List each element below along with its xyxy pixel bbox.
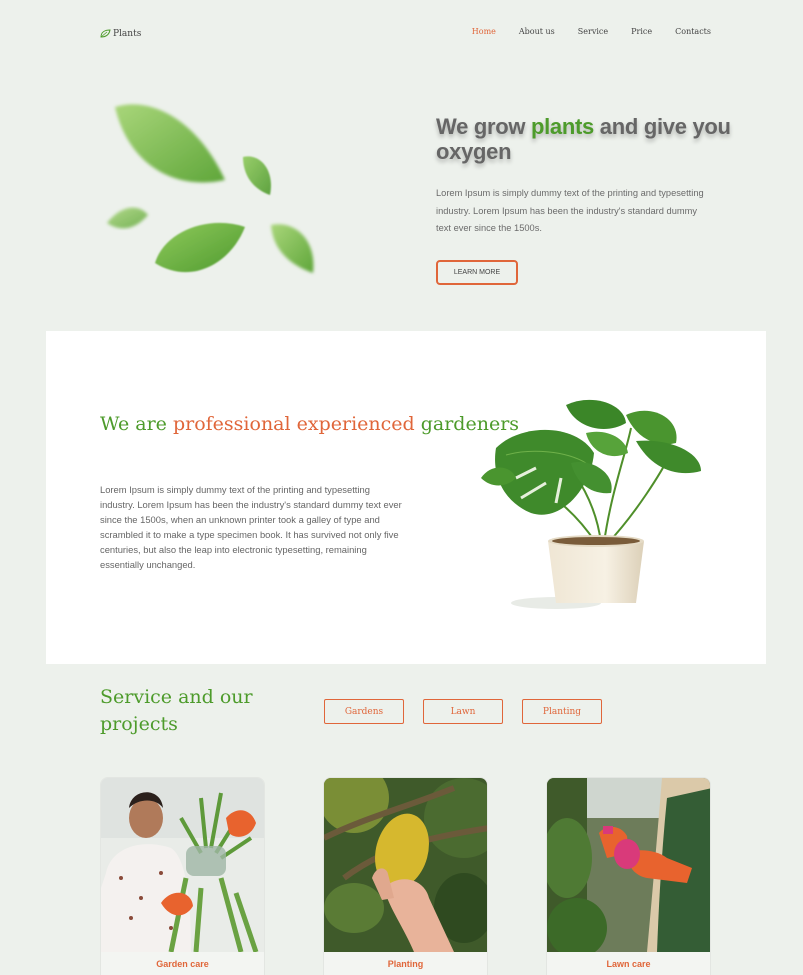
hero-title: We grow plants and give you oxygen	[436, 114, 736, 164]
service-card-planting[interactable]: Planting	[323, 777, 488, 975]
top-navigation: Plants Home About us Service Price Conta…	[0, 0, 803, 64]
learn-more-button[interactable]: LEARN MORE	[436, 260, 518, 285]
leaf-logo-icon	[100, 25, 111, 43]
main-menu: Home About us Service Price Contacts	[449, 27, 711, 36]
hero-title-part1: We grow	[436, 114, 531, 139]
card-label: Lawn care	[606, 959, 651, 969]
filter-gardens-button[interactable]: Gardens	[324, 699, 404, 724]
logo-text: Plants	[113, 29, 142, 39]
about-title: We are professional experienced gardener…	[100, 411, 519, 437]
garden-care-photo	[101, 778, 264, 952]
about-description: Lorem Ipsum is simply dummy text of the …	[100, 484, 402, 570]
card-label: Garden care	[156, 959, 209, 969]
project-filters: Gardens Lawn Planting	[324, 699, 602, 724]
hero-leaves-image	[95, 95, 330, 295]
nav-link-about-us[interactable]: About us	[519, 27, 555, 36]
service-cards: Garden care Planting Lawn care	[100, 777, 711, 975]
planting-photo	[324, 778, 487, 952]
about-title-highlight: professional experienced	[172, 413, 415, 435]
service-card-garden-care[interactable]: Garden care	[100, 777, 265, 975]
about-section: We are professional experienced gardener…	[46, 331, 766, 664]
lawn-care-photo	[547, 778, 710, 952]
about-title-part1: We are	[100, 413, 173, 435]
nav-link-service[interactable]: Service	[578, 27, 608, 36]
services-title: Service and our projects	[100, 686, 253, 735]
card-label: Planting	[387, 959, 424, 969]
service-card-lawn-care[interactable]: Lawn care	[546, 777, 711, 975]
nav-link-contacts[interactable]: Contacts	[675, 27, 711, 36]
hero-title-highlight: plants	[530, 114, 594, 139]
nav-link-home[interactable]: Home	[472, 27, 496, 36]
hero-description: Lorem Ipsum is simply dummy text of the …	[436, 188, 704, 233]
potted-monstera-image	[476, 393, 716, 613]
nav-link-price[interactable]: Price	[631, 27, 652, 36]
logo[interactable]: Plants	[100, 25, 141, 43]
filter-lawn-button[interactable]: Lawn	[423, 699, 503, 724]
filter-planting-button[interactable]: Planting	[522, 699, 602, 724]
